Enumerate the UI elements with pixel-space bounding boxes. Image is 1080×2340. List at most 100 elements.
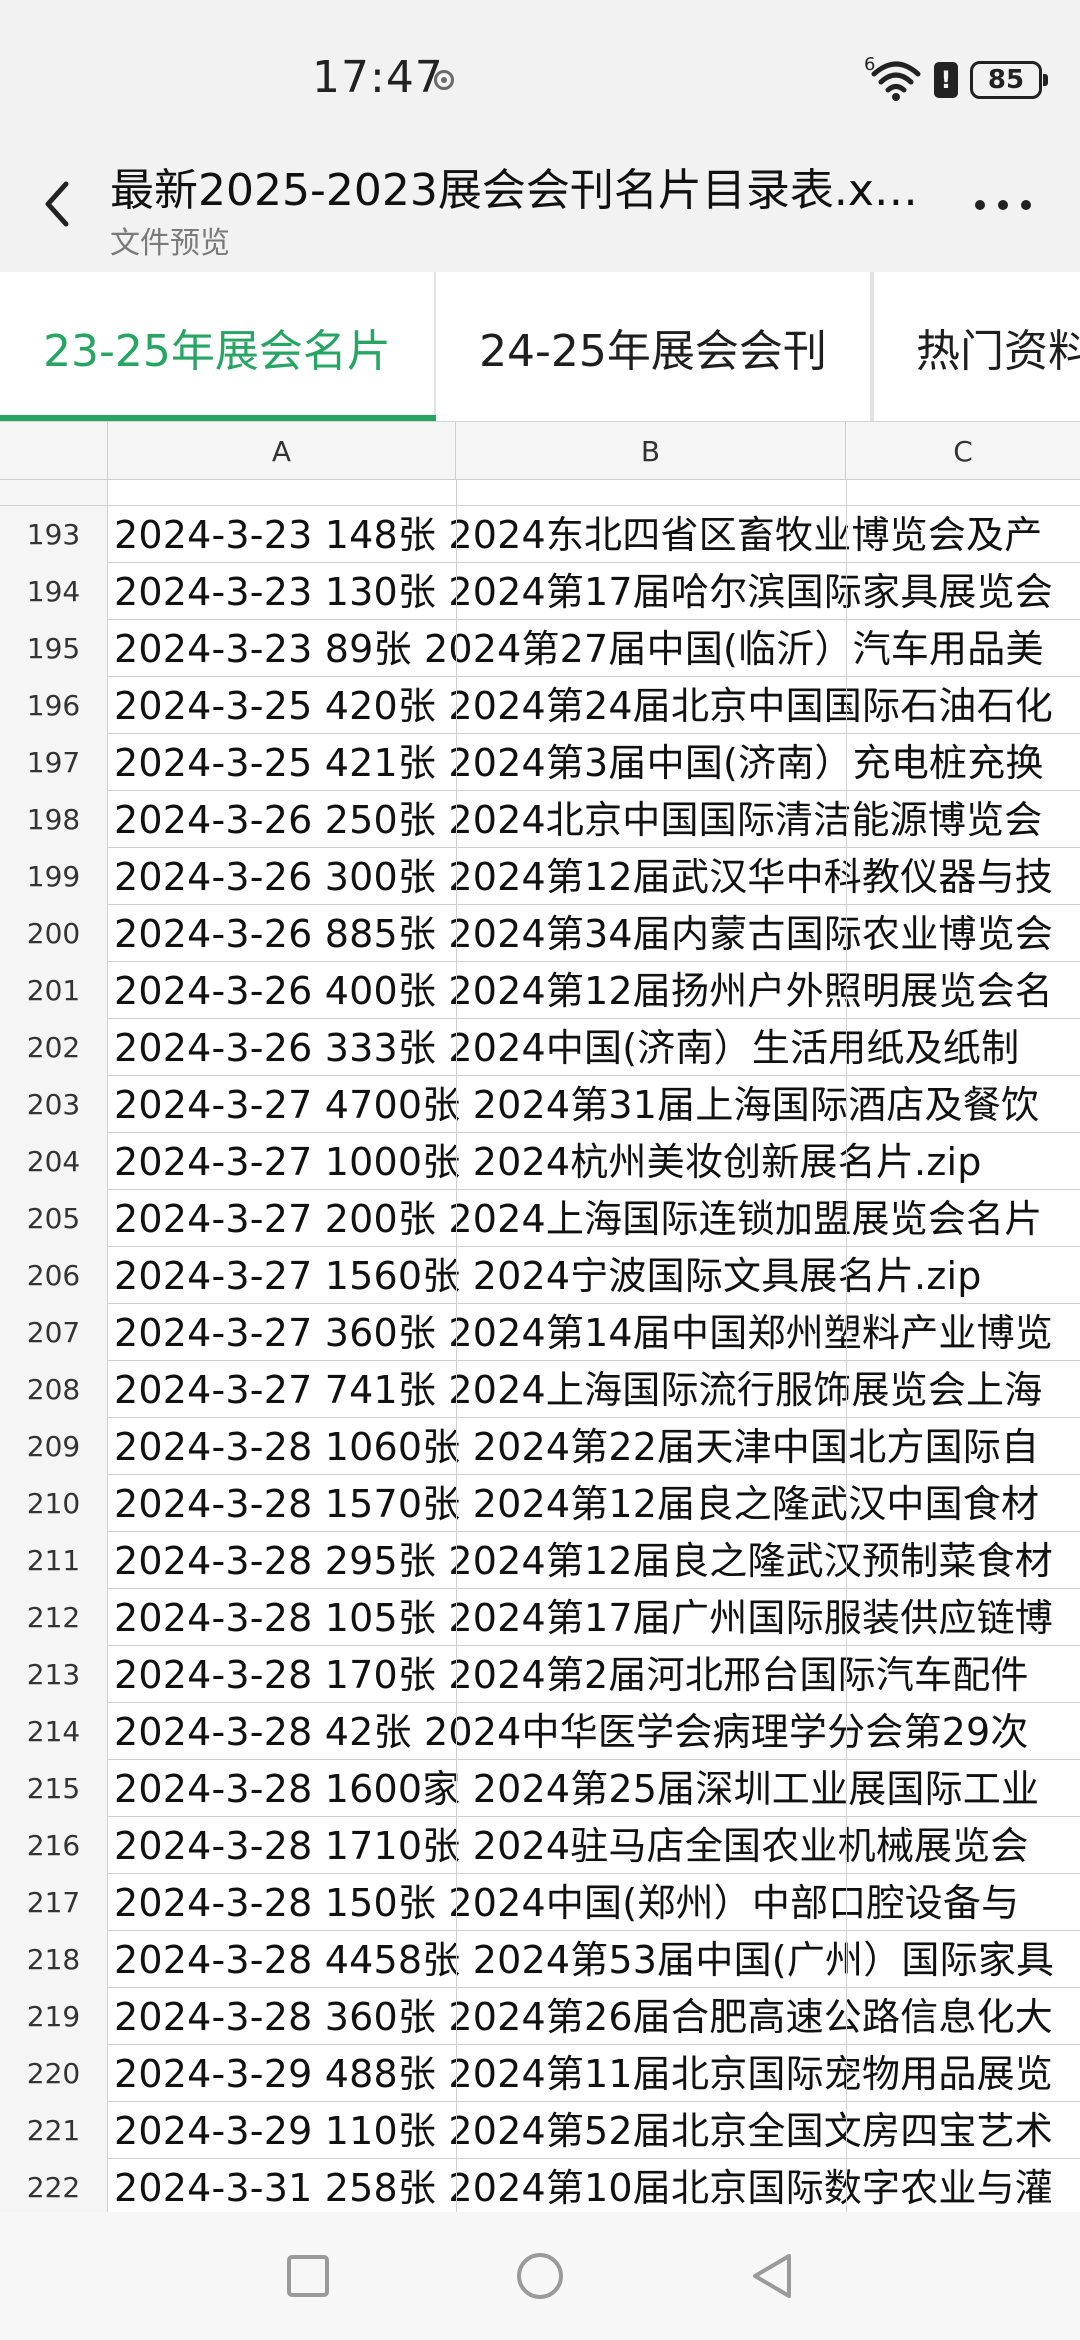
- recents-button[interactable]: [248, 2212, 368, 2340]
- table-row[interactable]: 213 2024-3-28 170张 2024第2届河北邢台国际汽车配件: [0, 1646, 1080, 1703]
- cell-text[interactable]: 2024-3-28 170张 2024第2届河北邢台国际汽车配件: [114, 1650, 1080, 1700]
- cell-text[interactable]: 2024-3-26 250张 2024北京中国国际清洁能源博览会: [114, 795, 1080, 845]
- cell-text[interactable]: 2024-3-31 258张 2024第10届北京国际数字农业与灌: [114, 2163, 1080, 2212]
- cell-text[interactable]: 2024-3-27 4700张 2024第31届上海国际酒店及餐饮: [114, 1080, 1080, 1130]
- table-row[interactable]: 203 2024-3-27 4700张 2024第31届上海国际酒店及餐饮: [0, 1076, 1080, 1133]
- column-header-a[interactable]: A: [108, 422, 456, 480]
- row-number[interactable]: 216: [0, 1817, 108, 1874]
- row-number[interactable]: 203: [0, 1076, 108, 1133]
- table-row[interactable]: 206 2024-3-27 1560张 2024宁波国际文具展名片.zip: [0, 1247, 1080, 1304]
- row-number[interactable]: 202: [0, 1019, 108, 1076]
- select-all-corner[interactable]: [0, 422, 108, 480]
- column-header-b[interactable]: B: [456, 422, 846, 480]
- tab-23-25-cards[interactable]: 23-25年展会名片: [0, 272, 436, 421]
- row-number[interactable]: 193: [0, 506, 108, 563]
- cell-text[interactable]: 2024-3-26 333张 2024中国(济南）生活用纸及纸制: [114, 1023, 1080, 1073]
- table-row[interactable]: 201 2024-3-26 400张 2024第12届扬州户外照明展览会名: [0, 962, 1080, 1019]
- cell-text[interactable]: 2024-3-28 4458张 2024第53届中国(广州）国际家具: [114, 1935, 1080, 1985]
- row-number[interactable]: 206: [0, 1247, 108, 1304]
- row-number[interactable]: 221: [0, 2102, 108, 2159]
- column-header-c[interactable]: C: [846, 422, 1080, 480]
- row-number[interactable]: 200: [0, 905, 108, 962]
- table-row[interactable]: 218 2024-3-28 4458张 2024第53届中国(广州）国际家具: [0, 1931, 1080, 1988]
- cell-text[interactable]: 2024-3-28 295张 2024第12届良之隆武汉预制菜食材: [114, 1536, 1080, 1586]
- table-row[interactable]: 200 2024-3-26 885张 2024第34届内蒙古国际农业博览会: [0, 905, 1080, 962]
- table-row[interactable]: 212 2024-3-28 105张 2024第17届广州国际服装供应链博: [0, 1589, 1080, 1646]
- more-button[interactable]: [970, 190, 1036, 220]
- table-row[interactable]: 221 2024-3-29 110张 2024第52届北京全国文房四宝艺术: [0, 2102, 1080, 2159]
- row-number[interactable]: 198: [0, 791, 108, 848]
- row-number[interactable]: 213: [0, 1646, 108, 1703]
- table-row[interactable]: 211 2024-3-28 295张 2024第12届良之隆武汉预制菜食材: [0, 1532, 1080, 1589]
- table-row[interactable]: 220 2024-3-29 488张 2024第11届北京国际宠物用品展览: [0, 2045, 1080, 2102]
- row-number[interactable]: 220: [0, 2045, 108, 2102]
- row-number[interactable]: 201: [0, 962, 108, 1019]
- tab-24-25-catalogs[interactable]: 24-25年展会会刊: [436, 272, 872, 421]
- cell-text[interactable]: 2024-3-27 1560张 2024宁波国际文具展名片.zip: [114, 1251, 1080, 1301]
- row-number[interactable]: 195: [0, 620, 108, 677]
- table-row[interactable]: 202 2024-3-26 333张 2024中国(济南）生活用纸及纸制: [0, 1019, 1080, 1076]
- table-row[interactable]: 209 2024-3-28 1060张 2024第22届天津中国北方国际自: [0, 1418, 1080, 1475]
- cell-text[interactable]: 2024-3-28 42张 2024中华医学会病理学分会第29次: [114, 1707, 1080, 1757]
- cell-text[interactable]: 2024-3-28 105张 2024第17届广州国际服装供应链博: [114, 1593, 1080, 1643]
- row-number[interactable]: 197: [0, 734, 108, 791]
- cell-text[interactable]: 2024-3-23 89张 2024第27届中国(临沂）汽车用品美: [114, 624, 1080, 674]
- row-number[interactable]: 199: [0, 848, 108, 905]
- row-number[interactable]: 205: [0, 1190, 108, 1247]
- row-number[interactable]: 196: [0, 677, 108, 734]
- cell-text[interactable]: 2024-3-27 1000张 2024杭州美妆创新展名片.zip: [114, 1137, 1080, 1187]
- table-row[interactable]: 194 2024-3-23 130张 2024第17届哈尔滨国际家具展览会: [0, 563, 1080, 620]
- row-number[interactable]: 219: [0, 1988, 108, 2045]
- table-row[interactable]: 219 2024-3-28 360张 2024第26届合肥高速公路信息化大: [0, 1988, 1080, 2045]
- row-number[interactable]: 204: [0, 1133, 108, 1190]
- cell-text[interactable]: 2024-3-25 421张 2024第3届中国(济南）充电桩充换: [114, 738, 1080, 788]
- cell-text[interactable]: 2024-3-28 1060张 2024第22届天津中国北方国际自: [114, 1422, 1080, 1472]
- cell-text[interactable]: 2024-3-23 130张 2024第17届哈尔滨国际家具展览会: [114, 567, 1080, 617]
- row-number[interactable]: 210: [0, 1475, 108, 1532]
- table-row[interactable]: 199 2024-3-26 300张 2024第12届武汉华中科教仪器与技: [0, 848, 1080, 905]
- table-row[interactable]: 208 2024-3-27 741张 2024上海国际流行服饰展览会上海: [0, 1361, 1080, 1418]
- row-number[interactable]: 222: [0, 2159, 108, 2212]
- spreadsheet[interactable]: A B C 193 2024-3-23 148张 2024东北四省区畜牧业博览会及…: [0, 422, 1080, 2212]
- row-number[interactable]: 215: [0, 1760, 108, 1817]
- row-number[interactable]: 209: [0, 1418, 108, 1475]
- table-row[interactable]: 198 2024-3-26 250张 2024北京中国国际清洁能源博览会: [0, 791, 1080, 848]
- table-row[interactable]: 197 2024-3-25 421张 2024第3届中国(济南）充电桩充换: [0, 734, 1080, 791]
- cell-text[interactable]: 2024-3-28 1600家 2024第25届深圳工业展国际工业: [114, 1764, 1080, 1814]
- table-row[interactable]: 217 2024-3-28 150张 2024中国(郑州）中部口腔设备与: [0, 1874, 1080, 1931]
- row-number[interactable]: 218: [0, 1931, 108, 1988]
- table-row[interactable]: 210 2024-3-28 1570张 2024第12届良之隆武汉中国食材: [0, 1475, 1080, 1532]
- home-button[interactable]: [480, 2212, 600, 2340]
- cell-text[interactable]: 2024-3-28 360张 2024第26届合肥高速公路信息化大: [114, 1992, 1080, 2042]
- row-number[interactable]: 212: [0, 1589, 108, 1646]
- cell-text[interactable]: 2024-3-23 148张 2024东北四省区畜牧业博览会及产: [114, 510, 1080, 560]
- cell-text[interactable]: 2024-3-29 488张 2024第11届北京国际宠物用品展览: [114, 2049, 1080, 2099]
- cell-text[interactable]: 2024-3-26 300张 2024第12届武汉华中科教仪器与技: [114, 852, 1080, 902]
- table-row[interactable]: 215 2024-3-28 1600家 2024第25届深圳工业展国际工业: [0, 1760, 1080, 1817]
- cell-text[interactable]: 2024-3-29 110张 2024第52届北京全国文房四宝艺术: [114, 2106, 1080, 2156]
- table-row[interactable]: 222 2024-3-31 258张 2024第10届北京国际数字农业与灌: [0, 2159, 1080, 2212]
- table-row[interactable]: 214 2024-3-28 42张 2024中华医学会病理学分会第29次: [0, 1703, 1080, 1760]
- table-row[interactable]: 204 2024-3-27 1000张 2024杭州美妆创新展名片.zip: [0, 1133, 1080, 1190]
- row-number[interactable]: 211: [0, 1532, 108, 1589]
- cell-text[interactable]: 2024-3-28 150张 2024中国(郑州）中部口腔设备与: [114, 1878, 1080, 1928]
- cell-text[interactable]: 2024-3-26 885张 2024第34届内蒙古国际农业博览会: [114, 909, 1080, 959]
- cell-text[interactable]: 2024-3-27 360张 2024第14届中国郑州塑料产业博览: [114, 1308, 1080, 1358]
- table-row[interactable]: 196 2024-3-25 420张 2024第24届北京中国国际石油石化: [0, 677, 1080, 734]
- table-row[interactable]: 193 2024-3-23 148张 2024东北四省区畜牧业博览会及产: [0, 506, 1080, 563]
- cell-text[interactable]: 2024-3-28 1710张 2024驻马店全国农业机械展览会: [114, 1821, 1080, 1871]
- row-number[interactable]: 208: [0, 1361, 108, 1418]
- nav-back-button[interactable]: [712, 2212, 832, 2340]
- row-number[interactable]: 207: [0, 1304, 108, 1361]
- cell-text[interactable]: 2024-3-25 420张 2024第24届北京中国国际石油石化: [114, 681, 1080, 731]
- table-row[interactable]: 207 2024-3-27 360张 2024第14届中国郑州塑料产业博览: [0, 1304, 1080, 1361]
- table-row[interactable]: 216 2024-3-28 1710张 2024驻马店全国农业机械展览会: [0, 1817, 1080, 1874]
- back-button[interactable]: [30, 174, 90, 234]
- tab-hot-resources[interactable]: 热门资料: [872, 272, 1080, 421]
- row-number[interactable]: 214: [0, 1703, 108, 1760]
- table-row[interactable]: 195 2024-3-23 89张 2024第27届中国(临沂）汽车用品美: [0, 620, 1080, 677]
- cell-text[interactable]: 2024-3-27 200张 2024上海国际连锁加盟展览会名片: [114, 1194, 1080, 1244]
- cell-text[interactable]: 2024-3-27 741张 2024上海国际流行服饰展览会上海: [114, 1365, 1080, 1415]
- row-number[interactable]: 217: [0, 1874, 108, 1931]
- table-row[interactable]: 205 2024-3-27 200张 2024上海国际连锁加盟展览会名片: [0, 1190, 1080, 1247]
